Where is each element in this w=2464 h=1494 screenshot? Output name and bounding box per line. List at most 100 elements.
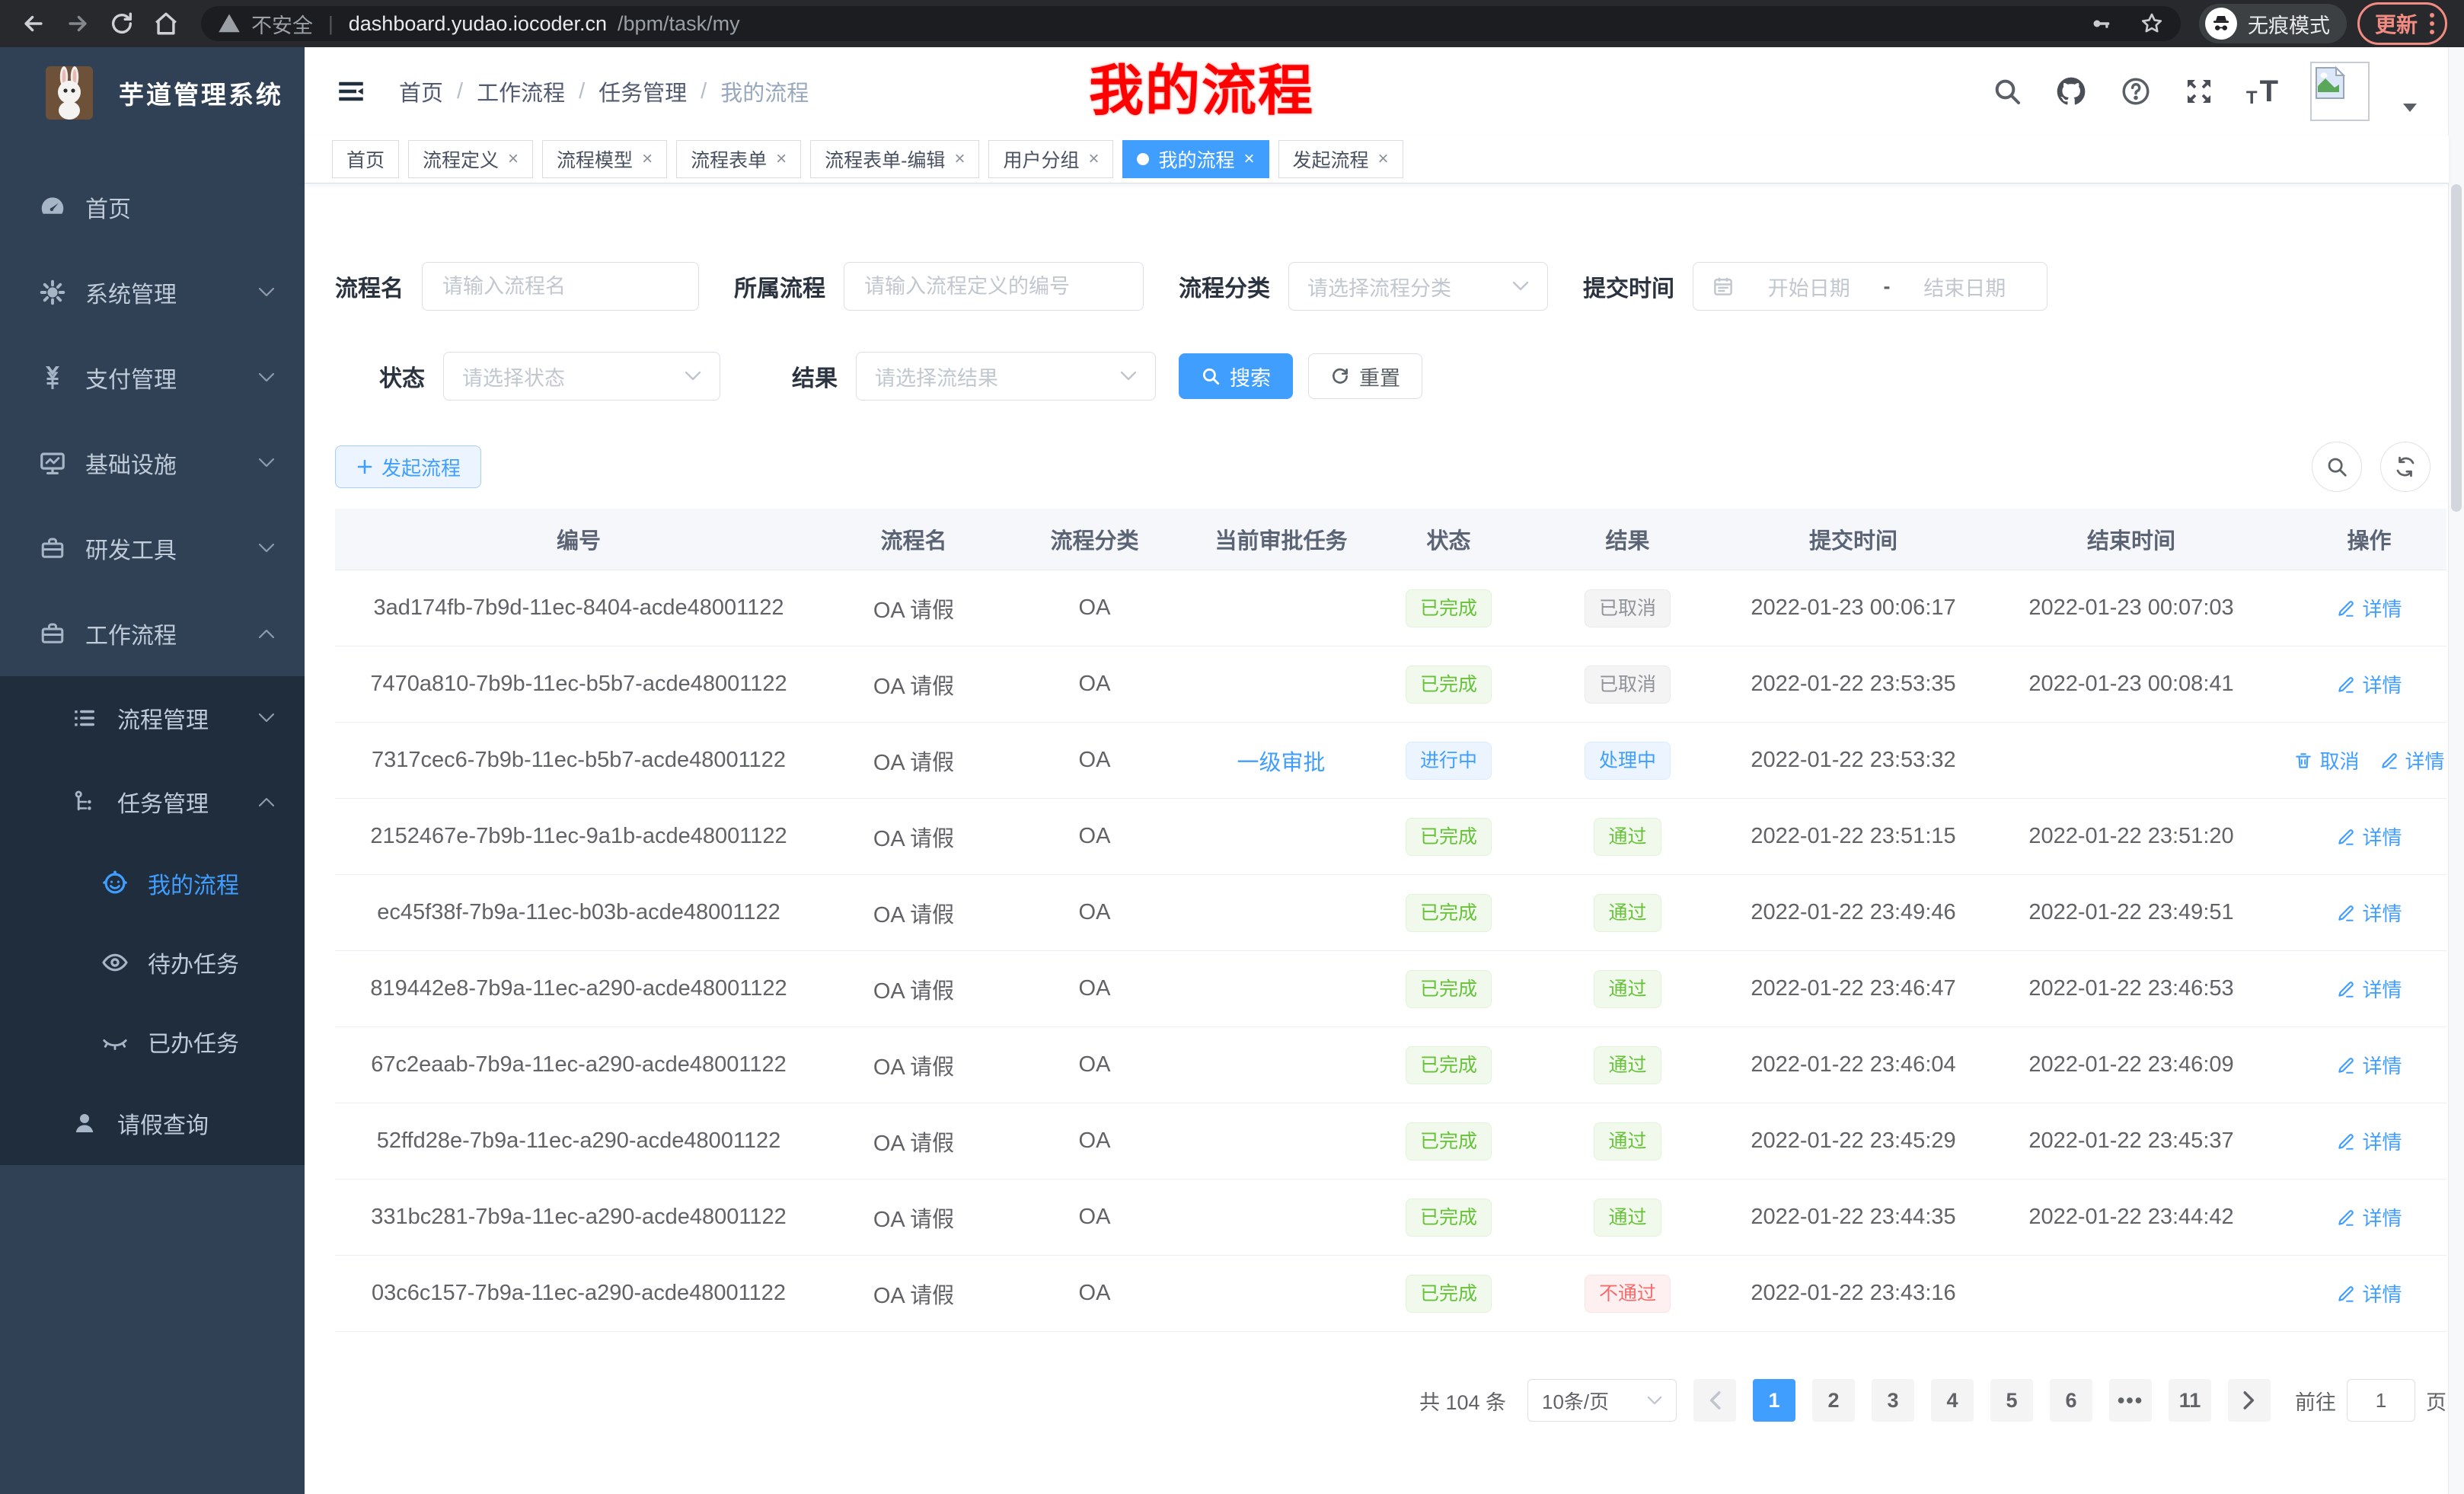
github-icon[interactable] bbox=[2054, 75, 2088, 108]
page-button-11[interactable]: 11 bbox=[2169, 1379, 2211, 1422]
cell-status: 已完成 bbox=[1378, 1199, 1519, 1237]
detail-link[interactable]: 详情 bbox=[2336, 975, 2402, 1003]
page-button-3[interactable]: 3 bbox=[1872, 1379, 1914, 1422]
close-icon[interactable]: × bbox=[1088, 148, 1099, 170]
cell-id: 3ad174fb-7b9d-11ec-8404-acde48001122 bbox=[335, 595, 822, 621]
font-size-icon[interactable]: TT bbox=[2246, 75, 2278, 109]
sidebar-item-1[interactable]: 系统管理 bbox=[0, 250, 305, 335]
page-button-4[interactable]: 4 bbox=[1931, 1379, 1974, 1422]
sidebar-item-9[interactable]: 待办任务 bbox=[0, 923, 305, 1002]
show-search-button[interactable] bbox=[2312, 442, 2362, 492]
collapse-menu-icon[interactable] bbox=[335, 75, 369, 108]
tab-3[interactable]: 流程表单× bbox=[676, 140, 801, 178]
detail-link[interactable]: 详情 bbox=[2336, 822, 2402, 851]
tab-0[interactable]: 首页 bbox=[332, 140, 399, 178]
sidebar-item-2[interactable]: 支付管理 bbox=[0, 335, 305, 420]
forward-icon[interactable] bbox=[61, 7, 94, 40]
detail-link[interactable]: 详情 bbox=[2336, 594, 2402, 622]
column-header: 状态 bbox=[1378, 523, 1519, 555]
sidebar-item-8[interactable]: 我的流程 bbox=[0, 844, 305, 923]
close-icon[interactable]: × bbox=[642, 148, 653, 170]
process-def-field[interactable] bbox=[863, 274, 1125, 299]
page-button-5[interactable]: 5 bbox=[1990, 1379, 2033, 1422]
sidebar-item-3[interactable]: 基础设施 bbox=[0, 420, 305, 506]
create-process-button[interactable]: 发起流程 bbox=[335, 445, 481, 488]
back-icon[interactable] bbox=[17, 7, 50, 40]
next-page-button[interactable] bbox=[2228, 1379, 2271, 1422]
cell-submit-time: 2022-01-22 23:45:29 bbox=[1736, 1128, 1971, 1154]
date-end-placeholder[interactable]: 结束日期 bbox=[1901, 272, 2029, 302]
detail-link[interactable]: 详情 bbox=[2336, 1279, 2402, 1307]
cell-category: OA bbox=[1005, 900, 1184, 925]
detail-link[interactable]: 详情 bbox=[2336, 1203, 2402, 1231]
tab-1[interactable]: 流程定义× bbox=[408, 140, 533, 178]
breadcrumb-item[interactable]: 工作流程 bbox=[477, 75, 565, 107]
close-icon[interactable]: × bbox=[1244, 148, 1255, 170]
detail-link[interactable]: 详情 bbox=[2336, 1051, 2402, 1079]
date-start-placeholder[interactable]: 开始日期 bbox=[1745, 272, 1873, 302]
page-ellipsis[interactable]: ••• bbox=[2109, 1379, 2152, 1422]
cell-actions: 详情 bbox=[2292, 822, 2446, 851]
reset-button[interactable]: 重置 bbox=[1308, 353, 1422, 399]
bookmark-star-icon[interactable] bbox=[2140, 11, 2164, 36]
sidebar-item-10[interactable]: 已办任务 bbox=[0, 1002, 305, 1081]
key-icon[interactable] bbox=[2089, 12, 2112, 35]
home-icon[interactable] bbox=[149, 7, 183, 40]
refresh-button[interactable] bbox=[2380, 442, 2430, 492]
chevron-down-icon[interactable] bbox=[2402, 102, 2418, 114]
sidebar-item-4[interactable]: 研发工具 bbox=[0, 506, 305, 591]
process-name-field[interactable] bbox=[441, 274, 680, 299]
tab-6[interactable]: 我的流程× bbox=[1122, 140, 1269, 178]
process-name-input[interactable] bbox=[422, 262, 699, 311]
submit-time-range[interactable]: 开始日期 - 结束日期 bbox=[1693, 262, 2047, 311]
result-select[interactable]: 请选择流结果 bbox=[856, 352, 1156, 401]
close-icon[interactable]: × bbox=[954, 148, 965, 170]
tab-2[interactable]: 流程模型× bbox=[542, 140, 667, 178]
sidebar-item-7[interactable]: 任务管理 bbox=[0, 760, 305, 844]
page-size-select[interactable]: 10条/页 bbox=[1527, 1379, 1677, 1422]
category-select[interactable]: 请选择流程分类 bbox=[1288, 262, 1548, 311]
breadcrumb-item[interactable]: 任务管理 bbox=[598, 75, 687, 107]
process-def-input[interactable] bbox=[844, 262, 1144, 311]
tab-7[interactable]: 发起流程× bbox=[1278, 140, 1403, 178]
page-scrollbar[interactable] bbox=[2448, 47, 2464, 1494]
close-icon[interactable]: × bbox=[1378, 148, 1389, 170]
scrollbar-thumb[interactable] bbox=[2451, 184, 2462, 512]
help-icon[interactable] bbox=[2120, 75, 2152, 107]
status-select[interactable]: 请选择状态 bbox=[443, 352, 720, 401]
sidebar-item-5[interactable]: 工作流程 bbox=[0, 591, 305, 676]
chevron-down-icon bbox=[257, 712, 276, 724]
page-button-1[interactable]: 1 bbox=[1753, 1379, 1795, 1422]
detail-link[interactable]: 详情 bbox=[2336, 1127, 2402, 1155]
sidebar-item-6[interactable]: 流程管理 bbox=[0, 676, 305, 760]
fullscreen-icon[interactable] bbox=[2184, 76, 2214, 107]
close-icon[interactable]: × bbox=[508, 148, 519, 170]
trash-icon bbox=[2293, 751, 2313, 771]
breadcrumb-item[interactable]: 首页 bbox=[399, 75, 443, 107]
url-bar[interactable]: 不安全 | dashboard.yudao.iocoder.cn /bpm/ta… bbox=[201, 6, 2181, 41]
detail-link[interactable]: 详情 bbox=[2336, 899, 2402, 927]
avatar[interactable] bbox=[2310, 62, 2370, 121]
sidebar-item-11[interactable]: 请假查询 bbox=[0, 1081, 305, 1165]
page-button-6[interactable]: 6 bbox=[2050, 1379, 2092, 1422]
table-row-9: 03c6c157-7b9a-11ec-a290-acde48001122OA 请… bbox=[335, 1256, 2446, 1332]
prev-page-button[interactable] bbox=[1693, 1379, 1736, 1422]
cell-end-time: 2022-01-23 00:08:41 bbox=[1971, 672, 2292, 697]
detail-link[interactable]: 详情 bbox=[2336, 670, 2402, 698]
reload-icon[interactable] bbox=[105, 7, 139, 40]
browser-update-button[interactable]: 更新 bbox=[2357, 2, 2447, 45]
close-icon[interactable]: × bbox=[776, 148, 787, 170]
tab-5[interactable]: 用户分组× bbox=[988, 140, 1113, 178]
table-header-row: 编号流程名流程分类当前审批任务状态结果提交时间结束时间操作 bbox=[335, 509, 2446, 570]
detail-link[interactable]: 详情 bbox=[2379, 746, 2445, 774]
tab-4[interactable]: 流程表单-编辑× bbox=[810, 140, 979, 178]
cancel-link[interactable]: 取消 bbox=[2293, 746, 2359, 774]
task-link[interactable]: 一级审批 bbox=[1237, 745, 1325, 777]
browser-menu-icon[interactable] bbox=[2430, 13, 2434, 34]
sidebar-item-0[interactable]: 首页 bbox=[0, 164, 305, 250]
edit-icon bbox=[2336, 1284, 2356, 1304]
search-icon[interactable] bbox=[1992, 76, 2022, 107]
goto-page-input[interactable] bbox=[2347, 1379, 2415, 1422]
page-button-2[interactable]: 2 bbox=[1812, 1379, 1855, 1422]
search-button[interactable]: 搜索 bbox=[1179, 353, 1293, 399]
